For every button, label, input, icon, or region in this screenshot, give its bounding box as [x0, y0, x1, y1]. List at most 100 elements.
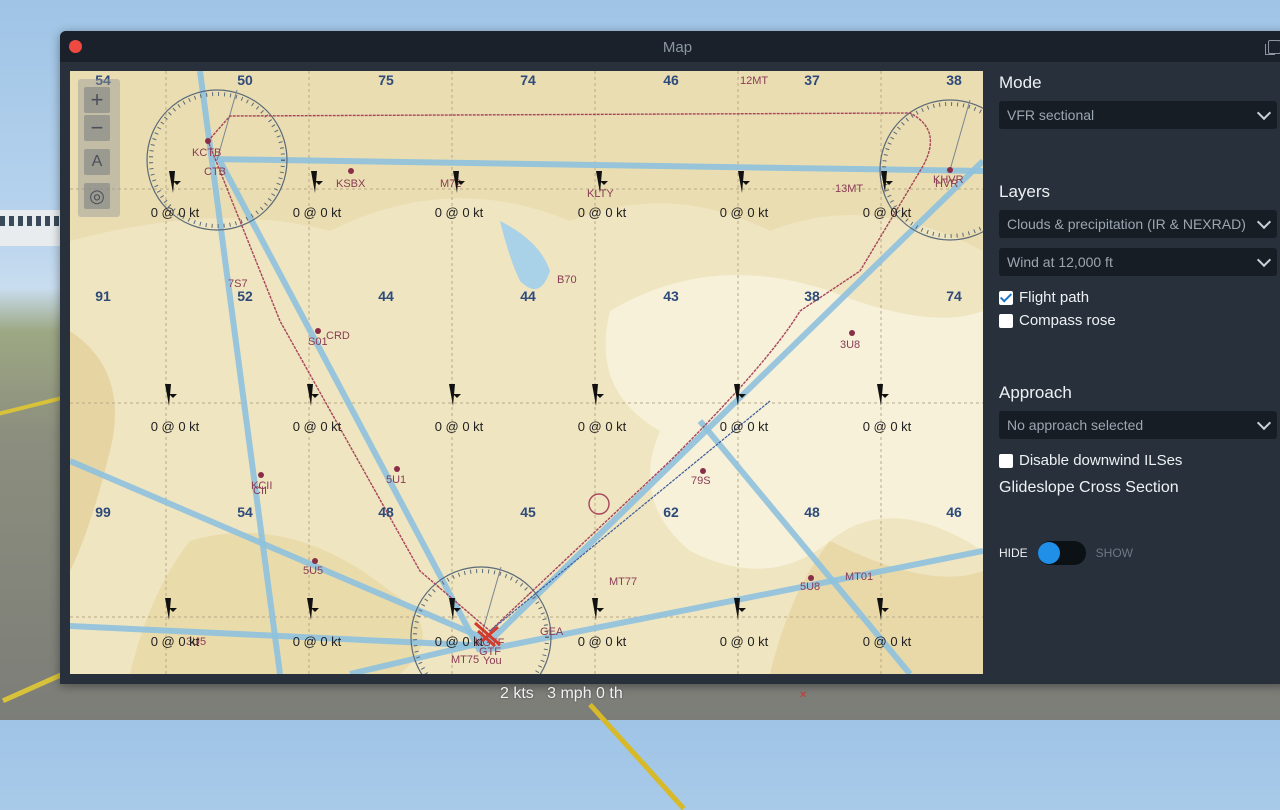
mode-select[interactable]: VFR sectional	[999, 101, 1277, 129]
approach-heading: Approach	[999, 383, 1072, 402]
mode-select-value: VFR sectional	[1007, 107, 1095, 123]
grid-elevation-number: 38	[804, 288, 820, 304]
toggle-show-label: SHOW	[1095, 546, 1134, 560]
airport-label: 3U8	[840, 339, 860, 351]
grid-elevation-number: 44	[378, 288, 394, 304]
airport-label: 13MT	[835, 183, 863, 195]
airport-label: 7S7	[228, 278, 248, 290]
map-controls: + − A ◎	[78, 79, 120, 217]
flight-path-checkbox[interactable]: Flight path	[999, 289, 1089, 306]
center-map-button[interactable]: ◎	[84, 183, 110, 209]
airport-dot	[700, 468, 706, 474]
compass-rose-label: Compass rose	[1019, 312, 1116, 329]
layer-2-select[interactable]: Wind at 12,000 ft	[999, 248, 1277, 276]
compass-rose-checkbox[interactable]: Compass rose	[999, 312, 1116, 329]
chevron-down-icon	[1256, 252, 1272, 268]
approach-select-value: No approach selected	[1007, 417, 1144, 433]
wind-label: 0 @ 0 kt	[578, 205, 627, 220]
glideslope-toggle-row: HIDE SHOW	[999, 541, 1133, 565]
disable-ils-label: Disable downwind ILSes	[1019, 452, 1183, 469]
wind-label: 0 @ 0 kt	[720, 419, 769, 434]
checkbox-unchecked-icon	[999, 453, 1013, 468]
grid-elevation-number: 74	[946, 288, 962, 304]
grid-elevation-number: 99	[95, 504, 111, 520]
wind-label: 0 @ 0 kt	[720, 634, 769, 649]
approach-select[interactable]: No approach selected	[999, 411, 1277, 439]
airport-label: B70	[557, 274, 577, 286]
wind-label: 0 @ 0 kt	[151, 634, 200, 649]
wind-label: 0 @ 0 kt	[435, 419, 484, 434]
zoom-in-button[interactable]: +	[84, 87, 110, 113]
wind-barb-icon	[596, 608, 604, 612]
grid-elevation-number: 54	[237, 504, 253, 520]
wind-label: 0 @ 0 kt	[578, 634, 627, 649]
wind-label: 0 @ 0 kt	[293, 419, 342, 434]
wind-readout: 2 kts 3 mph 0 th	[500, 685, 623, 702]
toggle-knob	[1037, 542, 1060, 564]
layer-1-select-value: Clouds & precipitation (IR & NEXRAD)	[1007, 216, 1246, 232]
checkbox-unchecked-icon	[999, 313, 1013, 328]
grid-elevation-number: 48	[804, 504, 820, 520]
flight-path-label: Flight path	[1019, 289, 1090, 306]
waypoint-marker	[588, 493, 610, 515]
grid-elevation-number: 45	[520, 504, 536, 520]
map-window: Map 54 50 75 74 46 37 38 91 52 44 44 43 38 74 99 54 48 45…	[60, 31, 1280, 684]
wind-barb-icon	[311, 394, 319, 398]
window-titlebar[interactable]: Map	[60, 31, 1280, 62]
airport-label: MT01	[845, 571, 873, 583]
airport-label: CTB	[204, 166, 226, 178]
grid-elevation-number: 48	[378, 504, 394, 520]
grid-elevation-number: 52	[237, 288, 253, 304]
grid-elevation-number: 50	[237, 72, 253, 88]
north-up-button[interactable]: A	[84, 149, 110, 175]
airport-label: You	[483, 655, 502, 667]
wind-barb-icon	[453, 394, 461, 398]
disable-ils-checkbox[interactable]: Disable downwind ILSes	[999, 452, 1182, 469]
layers-heading: Layers	[999, 182, 1051, 201]
airport-dot	[808, 575, 814, 581]
airport-dot	[258, 472, 264, 478]
chevron-down-icon	[1256, 214, 1272, 230]
wind-label: 0 @ 0 kt	[293, 634, 342, 649]
grid-elevation-number: 43	[663, 288, 679, 304]
wind-label: 0 @ 0 kt	[435, 634, 484, 649]
airport-label: 5U1	[386, 474, 406, 486]
chevron-down-icon	[1256, 415, 1272, 431]
layer-1-select[interactable]: Clouds & precipitation (IR & NEXRAD)	[999, 210, 1277, 238]
zoom-out-button[interactable]: −	[84, 115, 110, 141]
lake	[500, 221, 550, 289]
airport-label: 79S	[691, 475, 711, 487]
wind-label: 0 @ 0 kt	[863, 205, 912, 220]
airport-label: 5U8	[800, 581, 820, 593]
glideslope-toggle[interactable]	[1037, 541, 1086, 565]
airport-label: MT77	[609, 576, 637, 588]
airport-label: KLTY	[587, 188, 614, 200]
wind-barb-icon	[596, 394, 604, 398]
glideslope-heading: Glideslope Cross Section	[999, 479, 1179, 496]
map-canvas: 54 50 75 74 46 37 3891 52 44 44 43 38 7499 54 48 45 62 48…	[70, 71, 983, 674]
wind-label: 0 @ 0 kt	[578, 419, 627, 434]
wind-label: 0 @ 0 kt	[151, 419, 200, 434]
wind-label: 0 @ 0 kt	[293, 205, 342, 220]
wind-label: 0 @ 0 kt	[435, 205, 484, 220]
airport-label: 5U5	[303, 565, 323, 577]
wind-label: 0 @ 0 kt	[863, 634, 912, 649]
grid-elevation-number: 46	[946, 504, 962, 520]
wind-barb-icon	[738, 608, 746, 612]
airport-dot	[348, 168, 354, 174]
grid-elevation-number: 46	[663, 72, 679, 88]
mode-heading: Mode	[999, 73, 1042, 92]
airport-label: CRD	[326, 330, 350, 342]
popout-window-icon[interactable]	[1265, 40, 1280, 55]
airport-label: MT75	[451, 654, 479, 666]
sectional-map[interactable]: 54 50 75 74 46 37 38 91 52 44 44 43 38 74 99 54 48 45 62 48…	[70, 71, 983, 674]
chevron-down-icon	[1256, 105, 1272, 121]
terrain-shade	[70, 331, 115, 571]
airport-label: GEA	[540, 626, 564, 638]
grid-elevation-number: 74	[520, 72, 536, 88]
runway-marking	[0, 394, 70, 418]
airport-dot	[947, 167, 953, 173]
marker-icon: ✕	[799, 690, 808, 701]
taxiway-marking-left	[2, 669, 68, 704]
checkbox-checked-icon	[999, 290, 1013, 305]
